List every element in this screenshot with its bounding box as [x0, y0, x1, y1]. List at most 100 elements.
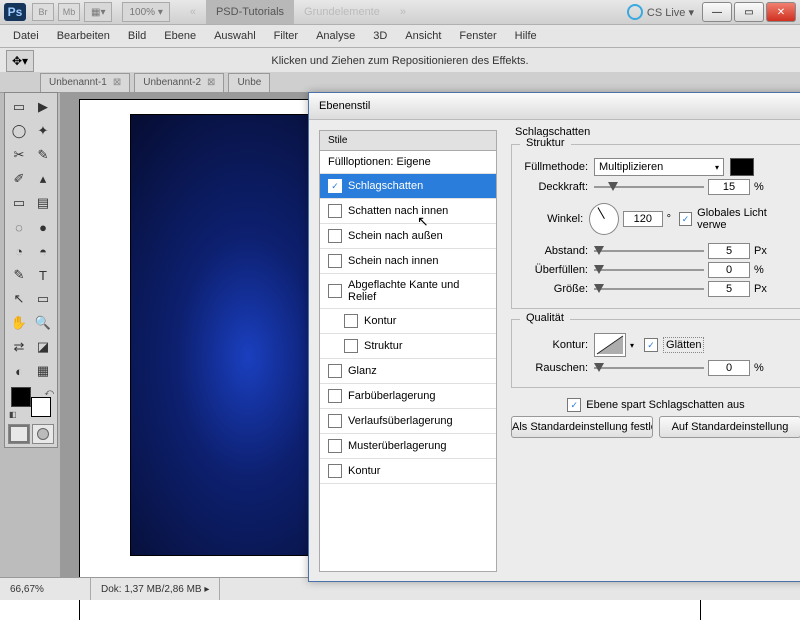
foreground-color-swatch[interactable]: [11, 387, 31, 407]
menu-fenster[interactable]: Fenster: [450, 30, 505, 42]
shadow-color-swatch[interactable]: [730, 158, 754, 176]
make-default-button[interactable]: Als Standardeinstellung festlegen: [511, 416, 653, 438]
3d-camera-tool-icon[interactable]: ◐: [8, 360, 30, 382]
opacity-input[interactable]: 15: [708, 179, 750, 195]
swap-colors-icon[interactable]: ⤺: [44, 387, 54, 398]
zoom-tool-icon[interactable]: 🔍: [32, 312, 54, 334]
window-maximize-button[interactable]: ▭: [734, 2, 764, 22]
style-row[interactable]: Kontur: [320, 309, 496, 334]
type-tool-icon[interactable]: T: [32, 264, 54, 286]
rotate-tool-icon[interactable]: ⇄: [8, 336, 30, 358]
brush-tool-icon[interactable]: ▴: [32, 168, 54, 190]
workspace-more[interactable]: »: [390, 0, 416, 24]
style-row[interactable]: Verlaufsüberlagerung: [320, 409, 496, 434]
style-row[interactable]: Schatten nach innen: [320, 199, 496, 224]
crop-tool-icon[interactable]: ✂: [8, 144, 30, 166]
document-tab[interactable]: Unbe: [228, 73, 270, 92]
fill-options-row[interactable]: Füllloptionen: Eigene: [320, 151, 496, 174]
workspace-tab-psdtutorials[interactable]: PSD-Tutorials: [206, 0, 294, 24]
arrange-documents-dropdown[interactable]: ▦▾: [84, 2, 112, 22]
menu-datei[interactable]: Datei: [4, 30, 48, 42]
path-select-tool-icon[interactable]: ↖: [8, 288, 30, 310]
menu-bild[interactable]: Bild: [119, 30, 155, 42]
distance-slider[interactable]: [594, 245, 704, 257]
style-checkbox[interactable]: [328, 204, 342, 218]
noise-slider[interactable]: [594, 362, 704, 374]
misc-tool-icon[interactable]: ▦: [32, 360, 54, 382]
angle-dial[interactable]: [589, 203, 619, 235]
spread-slider[interactable]: [594, 264, 704, 276]
style-checkbox[interactable]: [328, 364, 342, 378]
eyedropper-tool-icon[interactable]: ✎: [32, 144, 54, 166]
eraser-tool-icon[interactable]: ◌: [8, 216, 30, 238]
shape-tool-icon[interactable]: ▭: [32, 288, 54, 310]
style-checkbox[interactable]: [328, 254, 342, 268]
style-checkbox[interactable]: ✓: [328, 179, 342, 193]
gradient-tool-icon[interactable]: ●: [32, 216, 54, 238]
quickmask-mode-icon[interactable]: [32, 424, 54, 444]
style-row[interactable]: Farbüberlagerung: [320, 384, 496, 409]
global-light-checkbox[interactable]: ✓: [679, 212, 692, 226]
marquee-tool-icon[interactable]: ▭: [8, 96, 30, 118]
wand-tool-icon[interactable]: ✦: [32, 120, 54, 142]
spread-input[interactable]: 0: [708, 262, 750, 278]
style-checkbox[interactable]: [328, 464, 342, 478]
status-docsize[interactable]: Dok: 1,37 MB/2,86 MB ▸: [91, 578, 220, 600]
menu-analyse[interactable]: Analyse: [307, 30, 364, 42]
tab-close-icon[interactable]: ⊠: [207, 78, 215, 88]
window-close-button[interactable]: ✕: [766, 2, 796, 22]
history-brush-tool-icon[interactable]: ▤: [32, 192, 54, 214]
style-row[interactable]: Kontur: [320, 459, 496, 484]
menu-bearbeiten[interactable]: Bearbeiten: [48, 30, 119, 42]
window-minimize-button[interactable]: —: [702, 2, 732, 22]
size-input[interactable]: 5: [708, 281, 750, 297]
3d-tool-icon[interactable]: ◪: [32, 336, 54, 358]
menu-auswahl[interactable]: Auswahl: [205, 30, 265, 42]
pen-tool-icon[interactable]: ✎: [8, 264, 30, 286]
workspace-tab-grundelemente[interactable]: Grundelemente: [294, 0, 390, 24]
menu-ebene[interactable]: Ebene: [155, 30, 205, 42]
menu-filter[interactable]: Filter: [265, 30, 307, 42]
style-checkbox[interactable]: [328, 389, 342, 403]
color-swatches[interactable]: ⤺ ◧: [7, 387, 55, 419]
blendmode-select[interactable]: Multiplizieren▾: [594, 158, 724, 176]
menu-ansicht[interactable]: Ansicht: [396, 30, 450, 42]
antialias-checkbox[interactable]: ✓: [644, 338, 658, 352]
style-checkbox[interactable]: [344, 314, 358, 328]
menu-3d[interactable]: 3D: [364, 30, 396, 42]
bridge-icon[interactable]: Br: [32, 3, 54, 21]
contour-picker[interactable]: [594, 333, 626, 357]
cs-live-button[interactable]: CS Live ▾: [627, 4, 694, 20]
style-row[interactable]: Schein nach außen: [320, 224, 496, 249]
style-checkbox[interactable]: [328, 414, 342, 428]
minibridge-icon[interactable]: Mb: [58, 3, 80, 21]
document-tab[interactable]: Unbenannt-1⊠: [40, 73, 130, 92]
move-tool-icon[interactable]: ▶: [32, 96, 54, 118]
menu-hilfe[interactable]: Hilfe: [506, 30, 546, 42]
reset-default-button[interactable]: Auf Standardeinstellung: [659, 416, 800, 438]
style-checkbox[interactable]: [344, 339, 358, 353]
style-row[interactable]: ✓Schlagschatten: [320, 174, 496, 199]
healing-tool-icon[interactable]: ✐: [8, 168, 30, 190]
tab-close-icon[interactable]: ⊠: [113, 78, 121, 88]
blur-tool-icon[interactable]: ◔: [8, 240, 30, 262]
angle-input[interactable]: 120: [623, 211, 663, 227]
style-row[interactable]: Schein nach innen: [320, 249, 496, 274]
workspace-tab[interactable]: «: [180, 0, 206, 24]
background-color-swatch[interactable]: [31, 397, 51, 417]
style-row[interactable]: Musterüberlagerung: [320, 434, 496, 459]
status-zoom[interactable]: 66,67%: [0, 578, 91, 600]
size-slider[interactable]: [594, 283, 704, 295]
style-checkbox[interactable]: [328, 284, 342, 298]
stamp-tool-icon[interactable]: ▭: [8, 192, 30, 214]
style-row[interactable]: Glanz: [320, 359, 496, 384]
zoom-level-dropdown[interactable]: 100% ▾: [122, 2, 169, 22]
current-tool-indicator[interactable]: ✥▾: [6, 50, 34, 72]
style-row[interactable]: Abgeflachte Kante und Relief: [320, 274, 496, 309]
style-row[interactable]: Struktur: [320, 334, 496, 359]
dodge-tool-icon[interactable]: ◓: [32, 240, 54, 262]
dialog-titlebar[interactable]: Ebenenstil: [309, 93, 800, 120]
default-colors-icon[interactable]: ◧: [9, 410, 17, 419]
knockout-checkbox[interactable]: ✓: [567, 398, 581, 412]
document-tab[interactable]: Unbenannt-2⊠: [134, 73, 224, 92]
